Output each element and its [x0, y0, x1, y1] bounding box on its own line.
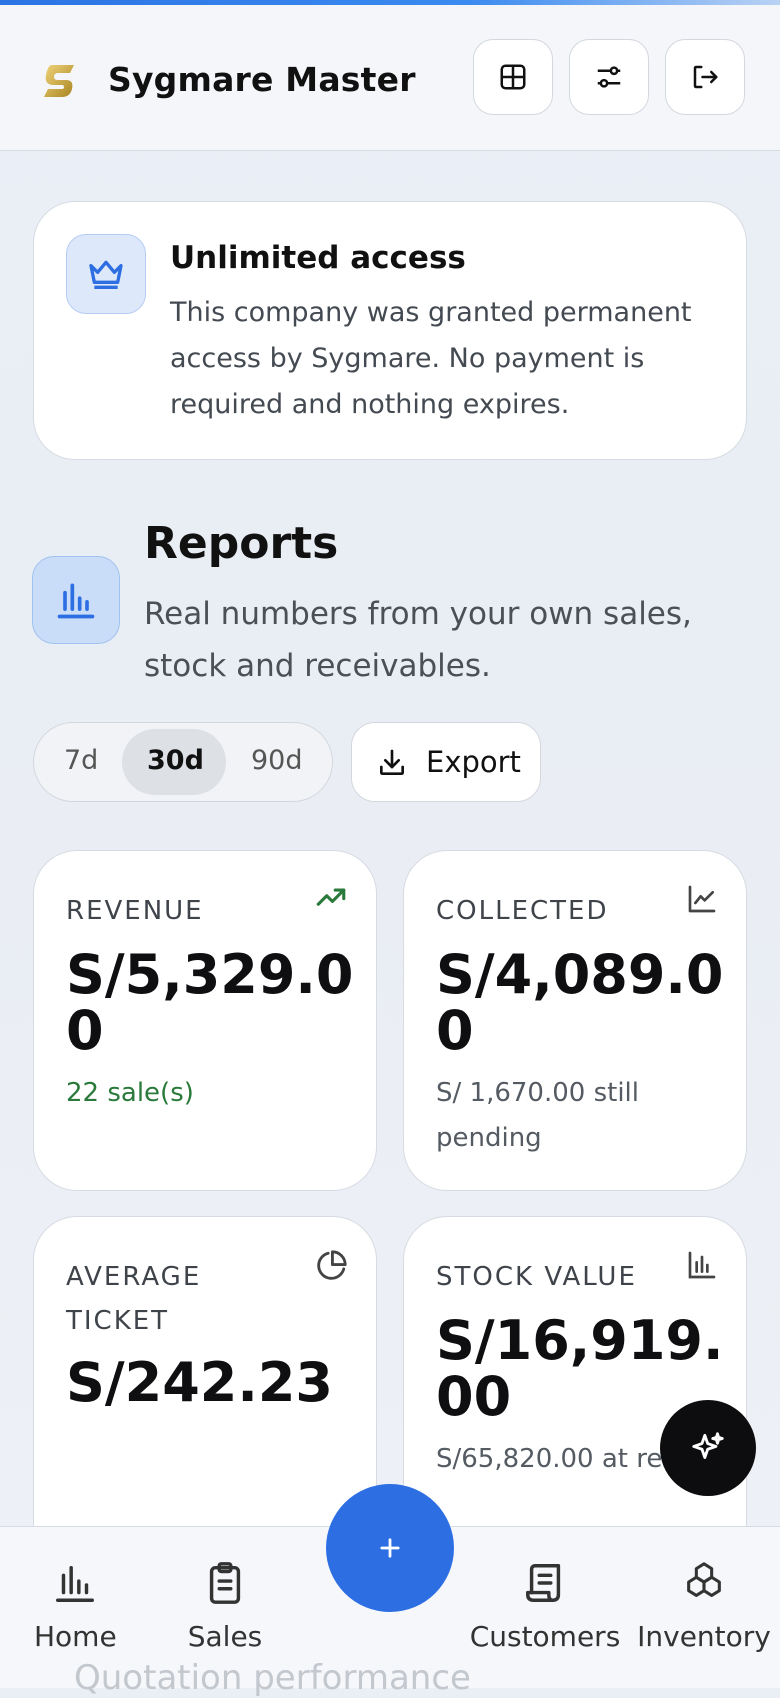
- reports-chart-icon: [32, 556, 120, 644]
- collected-card: COLLECTED S/4,089.00 S/ 1,670.00 still p…: [403, 850, 747, 1191]
- crown-icon: [66, 234, 146, 314]
- revenue-note: 22 sale(s): [66, 1078, 194, 1108]
- nav-home[interactable]: Home: [34, 1560, 117, 1653]
- average-ticket-label: AVERAGE TICKET: [66, 1262, 202, 1336]
- sparkles-icon: [692, 1432, 724, 1459]
- grid-view-button[interactable]: [473, 39, 553, 115]
- range-selector: 7d 30d 90d: [33, 722, 333, 802]
- scroll-icon: [526, 1564, 561, 1602]
- brand-logo-icon: [40, 61, 80, 101]
- revenue-value: S/5,329.00: [66, 943, 354, 1062]
- logout-icon: [693, 65, 718, 89]
- brand-name: Sygmare Master: [108, 60, 416, 99]
- section-title-partial: Quotation performance: [74, 1658, 471, 1698]
- page-title: Reports: [144, 518, 339, 569]
- ai-assistant-button[interactable]: [660, 1400, 756, 1496]
- export-label: Export: [426, 745, 521, 779]
- range-option-90d[interactable]: 90d: [251, 745, 303, 776]
- range-option-30d[interactable]: 30d: [147, 745, 204, 776]
- boxes-icon: [687, 1562, 721, 1597]
- home-chart-icon: [56, 1565, 94, 1602]
- bar-chart-icon: [688, 1251, 716, 1279]
- nav-customers[interactable]: Customers: [468, 1560, 622, 1653]
- average-ticket-value: S/242.23: [66, 1351, 333, 1414]
- logout-button[interactable]: [665, 39, 745, 115]
- nav-sales[interactable]: Sales: [184, 1560, 266, 1653]
- app-header: Sygmare Master: [0, 5, 780, 151]
- nav-inventory-label: Inventory: [637, 1620, 771, 1653]
- grid-icon: [500, 64, 526, 90]
- stock-value-card: STOCK VALUE S/16,919.00 S/65,820.00 at r…: [403, 1216, 747, 1576]
- access-title: Unlimited access: [170, 240, 466, 276]
- plus-icon: [380, 1538, 400, 1558]
- new-action-button[interactable]: [326, 1484, 454, 1612]
- access-description: This company was granted permanent acces…: [170, 297, 692, 420]
- nav-home-label: Home: [34, 1620, 117, 1653]
- revenue-card: REVENUE S/5,329.00 22 sale(s): [33, 850, 377, 1191]
- download-icon: [380, 749, 404, 775]
- export-button[interactable]: Export: [351, 722, 541, 802]
- clipboard-icon: [209, 1562, 241, 1604]
- average-ticket-card: AVERAGE TICKET S/242.23: [33, 1216, 377, 1576]
- line-chart-icon: [688, 885, 716, 913]
- settings-sliders-button[interactable]: [569, 39, 649, 115]
- revenue-label: REVENUE: [66, 896, 204, 926]
- collected-note: S/ 1,670.00 still pending: [436, 1078, 639, 1153]
- stock-value-label: STOCK VALUE: [436, 1262, 637, 1292]
- collected-label: COLLECTED: [436, 896, 609, 926]
- nav-customers-label: Customers: [469, 1620, 621, 1653]
- nav-sales-label: Sales: [187, 1620, 263, 1653]
- nav-inventory[interactable]: Inventory: [636, 1560, 772, 1653]
- range-option-7d[interactable]: 7d: [64, 745, 98, 776]
- unlimited-access-card: Unlimited access This company was grante…: [33, 201, 747, 460]
- sliders-icon: [597, 66, 621, 88]
- trending-up-icon: [316, 888, 346, 906]
- collected-value: S/4,089.00: [436, 943, 724, 1062]
- pie-chart-icon: [317, 1250, 347, 1280]
- page-subtitle: Real numbers from your own sales, stock …: [144, 596, 692, 684]
